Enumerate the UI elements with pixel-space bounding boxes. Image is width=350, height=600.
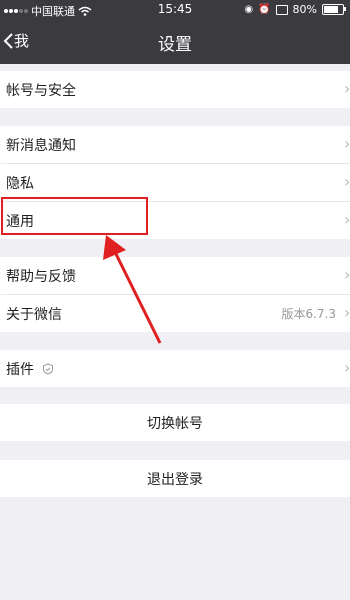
chevron-right-icon: › (344, 172, 350, 191)
settings-item-new-message-notification[interactable]: 新消息通知 › (0, 126, 350, 163)
settings-item-plugins[interactable]: 插件 › (0, 350, 350, 387)
settings-item-label: 隐私 (6, 175, 34, 192)
nav-bar: 我 设置 (0, 20, 350, 64)
chevron-right-icon: › (344, 303, 350, 322)
settings-item-label: 帮助与反馈 (6, 268, 76, 285)
switch-account-button[interactable]: 切换帐号 (0, 404, 350, 441)
version-text: 版本6.7.3 (281, 307, 336, 321)
chevron-right-icon: › (344, 265, 350, 284)
settings-item-help-feedback[interactable]: 帮助与反馈 › (0, 257, 350, 294)
settings-item-label: 关于微信 (6, 306, 62, 323)
status-bar: 中国联通 15:45 ◉ ⏰ 80% (0, 0, 350, 20)
chevron-right-icon: › (344, 358, 350, 377)
settings-item-label: 新消息通知 (6, 137, 76, 154)
settings-item-account-security[interactable]: 帐号与安全 › (0, 71, 350, 108)
battery-percent: 80% (292, 3, 317, 16)
settings-item-label: 帐号与安全 (6, 82, 76, 99)
screen-mirror-icon (275, 4, 288, 15)
chevron-right-icon: › (344, 134, 350, 153)
switch-account-label: 切换帐号 (147, 415, 203, 432)
logout-label: 退出登录 (147, 471, 203, 488)
settings-item-about[interactable]: 关于微信 版本6.7.3 › (0, 295, 350, 332)
chevron-right-icon: › (344, 210, 350, 229)
page-title: 设置 (158, 35, 192, 55)
logout-button[interactable]: 退出登录 (0, 460, 350, 497)
shield-icon (43, 362, 53, 375)
settings-item-label: 插件 (6, 361, 34, 378)
location-icon: ◉ (244, 4, 254, 15)
status-indicators: ◉ ⏰ 80% (244, 3, 346, 16)
chevron-right-icon: › (344, 79, 350, 98)
settings-item-privacy[interactable]: 隐私 › (0, 164, 350, 201)
battery-icon (322, 4, 346, 15)
alarm-icon: ⏰ (258, 4, 271, 15)
highlight-box (1, 197, 148, 235)
